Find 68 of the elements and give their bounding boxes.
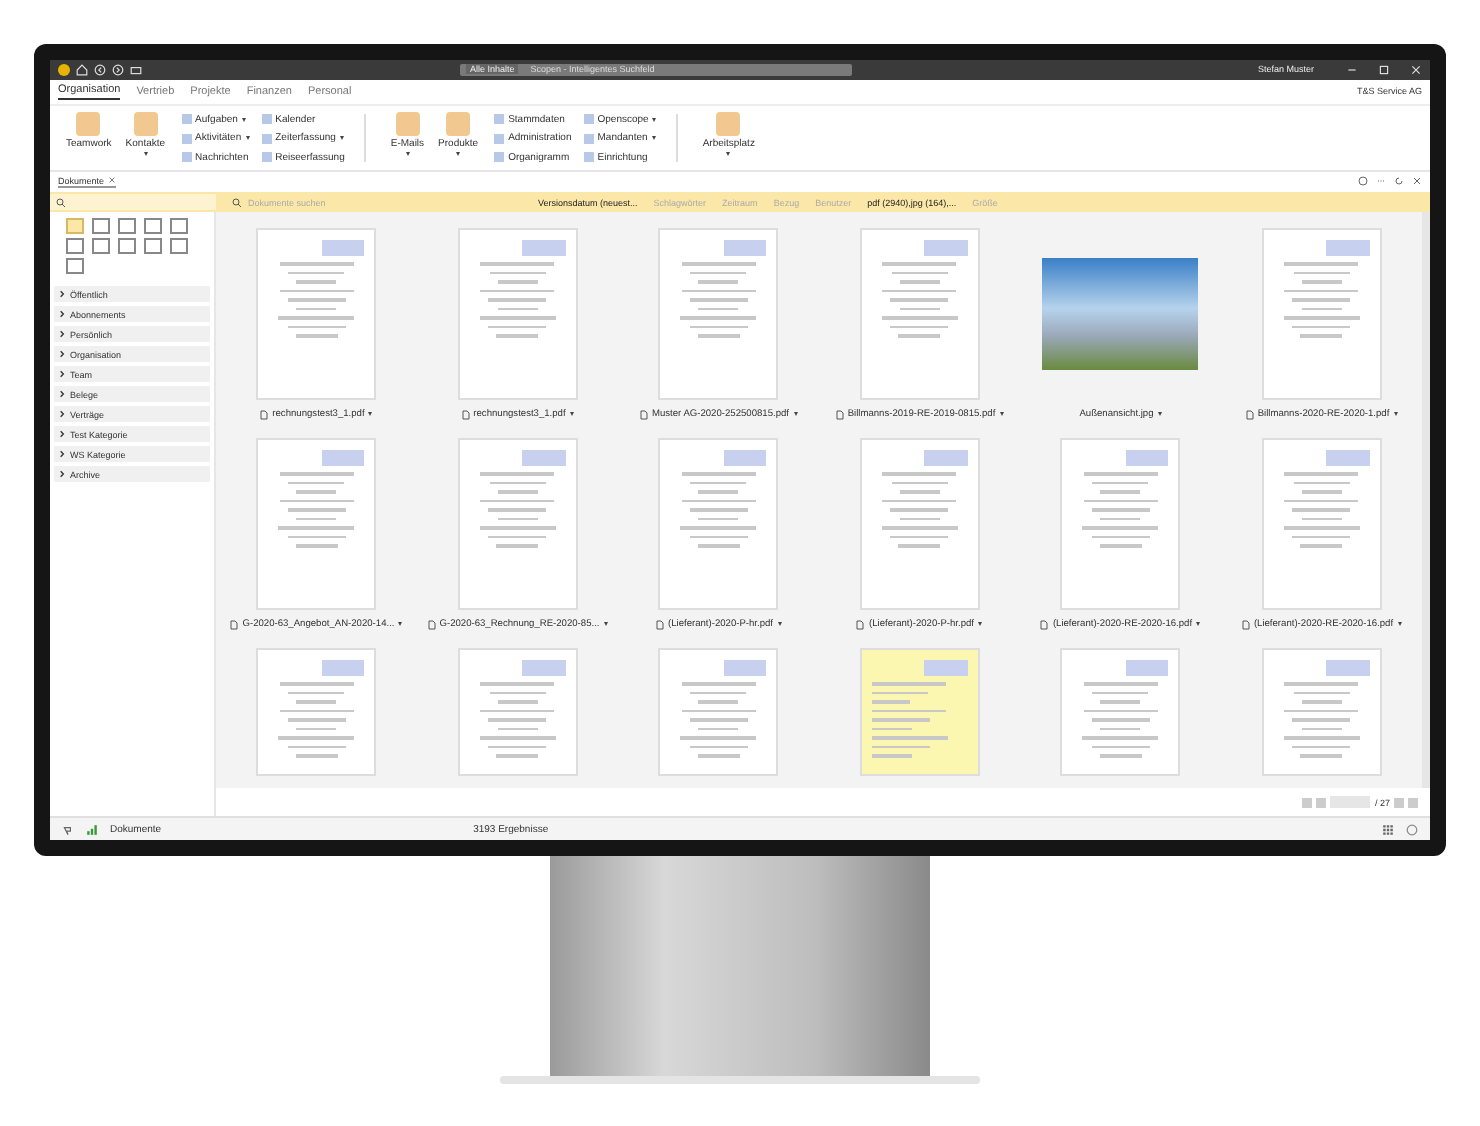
caret-icon[interactable]	[569, 412, 574, 417]
minimize-icon[interactable]	[1346, 63, 1358, 76]
page-field[interactable]	[1330, 796, 1371, 809]
chevron-icon	[58, 450, 66, 459]
scrollbar[interactable]	[1422, 212, 1430, 789]
chevron-icon	[58, 390, 66, 399]
chevron-icon	[58, 290, 66, 299]
search-icon	[56, 197, 66, 208]
file-icon	[639, 409, 648, 420]
chevron-icon	[58, 350, 66, 359]
caret-icon[interactable]	[368, 412, 373, 417]
document-thumbnail[interactable]	[457, 438, 578, 611]
document-thumbnail[interactable]	[859, 228, 980, 401]
chevron-icon	[58, 410, 66, 419]
more-icon[interactable]	[1376, 176, 1386, 187]
document-thumbnail[interactable]	[1261, 648, 1382, 777]
search-icon	[232, 197, 242, 208]
photo-placeholder[interactable]	[1042, 258, 1199, 371]
caret-icon[interactable]	[793, 412, 798, 417]
document-thumbnail[interactable]	[256, 648, 377, 777]
file-icon	[427, 619, 436, 630]
chevron-icon	[58, 430, 66, 439]
category-search-field[interactable]	[50, 194, 216, 211]
grid-icon[interactable]	[1382, 823, 1394, 836]
close-icon[interactable]	[1412, 176, 1422, 187]
logo-icon[interactable]	[58, 63, 70, 76]
close-icon[interactable]	[108, 176, 117, 185]
file-icon	[1040, 619, 1049, 630]
forward-icon[interactable]	[112, 63, 124, 76]
document-thumbnail[interactable]	[256, 438, 377, 611]
refresh-icon[interactable]	[1394, 176, 1404, 187]
chevron-icon	[58, 370, 66, 379]
home-icon[interactable]	[76, 63, 88, 76]
caret-icon[interactable]	[1397, 622, 1402, 627]
file-icon	[1241, 619, 1250, 630]
caret-icon[interactable]	[777, 622, 782, 627]
document-thumbnail[interactable]	[859, 648, 980, 777]
document-thumbnail[interactable]	[457, 228, 578, 401]
chevron-icon	[58, 470, 66, 479]
caret-icon[interactable]	[603, 622, 608, 627]
caret-icon[interactable]	[978, 622, 983, 627]
caret-icon[interactable]	[1196, 622, 1201, 627]
file-icon	[461, 409, 470, 420]
maximize-icon[interactable]	[1378, 63, 1390, 76]
document-thumbnail[interactable]	[658, 648, 779, 777]
document-thumbnail[interactable]	[457, 648, 578, 777]
chevron-icon	[58, 310, 66, 319]
document-thumbnail[interactable]	[658, 228, 779, 401]
file-icon	[835, 409, 844, 420]
caret-icon[interactable]	[398, 622, 403, 627]
document-thumbnail[interactable]	[658, 438, 779, 611]
file-icon	[260, 409, 269, 420]
document-thumbnail[interactable]	[1261, 228, 1382, 401]
caret-icon[interactable]	[1157, 412, 1162, 417]
document-thumbnail[interactable]	[256, 228, 377, 401]
caret-icon[interactable]	[1393, 412, 1398, 417]
file-icon	[856, 619, 865, 630]
file-icon	[655, 619, 664, 630]
file-icon	[230, 619, 239, 630]
caret-icon[interactable]	[999, 412, 1004, 417]
document-thumbnail[interactable]	[859, 438, 980, 611]
document-thumbnail[interactable]	[1060, 438, 1181, 611]
document-thumbnail[interactable]	[1261, 438, 1382, 611]
chevron-icon	[58, 330, 66, 339]
signal-icon	[86, 823, 98, 836]
file-icon	[1245, 409, 1254, 420]
document-thumbnail[interactable]	[1060, 648, 1181, 777]
back-icon[interactable]	[94, 63, 106, 76]
